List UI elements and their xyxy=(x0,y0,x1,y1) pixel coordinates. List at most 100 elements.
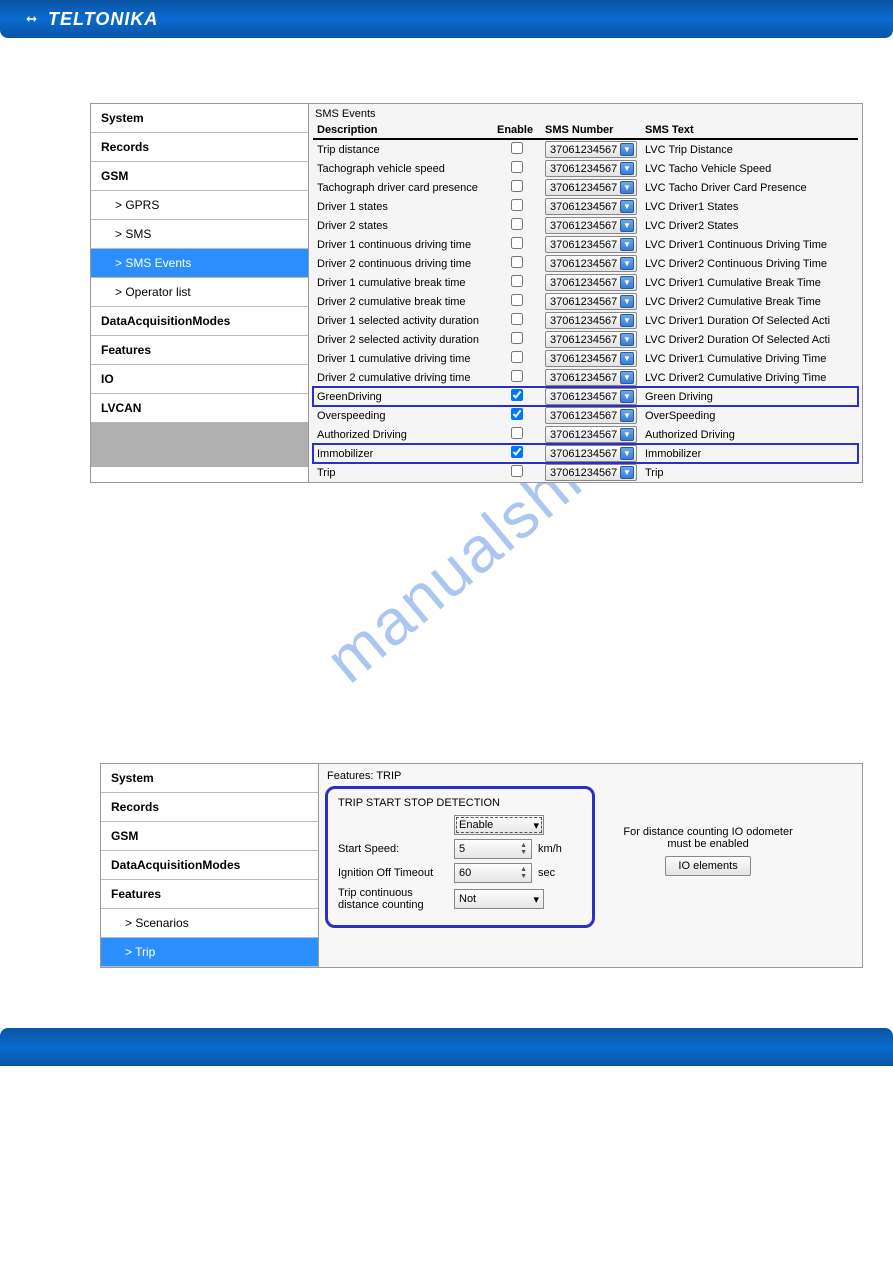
chevron-down-icon: ▼ xyxy=(620,447,634,460)
enable-checkbox[interactable] xyxy=(511,218,523,230)
trip-mode-select[interactable]: Enable ▾ xyxy=(454,815,544,835)
enable-checkbox[interactable] xyxy=(511,332,523,344)
trip-mode-value: Enable xyxy=(459,819,493,831)
row-description: Driver 1 selected activity duration xyxy=(313,311,493,330)
sms-text-input[interactable]: Authorized Driving xyxy=(641,425,858,444)
enable-checkbox[interactable] xyxy=(511,313,523,325)
enable-checkbox[interactable] xyxy=(511,427,523,439)
row-description: Overspeeding xyxy=(313,406,493,425)
sms-text-input[interactable]: LVC Driver2 Duration Of Selected Acti xyxy=(641,330,858,349)
sms-number-select[interactable]: 37061234567▼ xyxy=(545,274,637,291)
section-title-trip: Features: TRIP xyxy=(325,768,856,786)
sms-text-input[interactable]: LVC Tacho Driver Card Presence xyxy=(641,178,858,197)
trip-continuous-select[interactable]: Not ▾ xyxy=(454,889,544,909)
sidebar-item-dataacquisitionmodes[interactable]: DataAcquisitionModes xyxy=(101,851,318,880)
chevron-down-icon: ▼ xyxy=(620,200,634,213)
enable-checkbox[interactable] xyxy=(511,294,523,306)
sms-number-value: 37061234567 xyxy=(550,201,617,213)
sms-number-select[interactable]: 37061234567▼ xyxy=(545,445,637,462)
sidebar-2: SystemRecordsGSMDataAcquisitionModesFeat… xyxy=(101,764,319,967)
enable-checkbox[interactable] xyxy=(511,389,523,401)
enable-checkbox[interactable] xyxy=(511,275,523,287)
sms-text-input[interactable]: LVC Driver2 Cumulative Break Time xyxy=(641,292,858,311)
sidebar-item--scenarios[interactable]: > Scenarios xyxy=(101,909,318,938)
io-elements-button[interactable]: IO elements xyxy=(665,856,750,876)
enable-checkbox[interactable] xyxy=(511,465,523,477)
sidebar-item-system[interactable]: System xyxy=(91,104,308,133)
sidebar-item-features[interactable]: Features xyxy=(91,336,308,365)
sms-number-select[interactable]: 37061234567▼ xyxy=(545,217,637,234)
sidebar-item-records[interactable]: Records xyxy=(101,793,318,822)
enable-checkbox[interactable] xyxy=(511,237,523,249)
sms-text-input[interactable]: Immobilizer xyxy=(641,444,858,463)
sms-text-input[interactable]: LVC Driver1 Cumulative Driving Time xyxy=(641,349,858,368)
sms-text-input[interactable]: Trip xyxy=(641,463,858,482)
sms-text-input[interactable]: LVC Driver1 Continuous Driving Time xyxy=(641,235,858,254)
sms-number-value: 37061234567 xyxy=(550,182,617,194)
sms-number-select[interactable]: 37061234567▼ xyxy=(545,464,637,481)
chevron-down-icon: ▼ xyxy=(620,428,634,441)
sms-number-select[interactable]: 37061234567▼ xyxy=(545,160,637,177)
spinner-icon[interactable]: ▲▼ xyxy=(520,866,527,880)
sms-text-input[interactable]: Green Driving xyxy=(641,387,858,406)
trip-content: Features: TRIP TRIP START STOP DETECTION… xyxy=(319,764,862,967)
sidebar-item--sms[interactable]: > SMS xyxy=(91,220,308,249)
enable-checkbox[interactable] xyxy=(511,370,523,382)
sidebar-item--operator-list[interactable]: > Operator list xyxy=(91,278,308,307)
ignition-off-value: 60 xyxy=(459,867,471,879)
sms-number-select[interactable]: 37061234567▼ xyxy=(545,198,637,215)
enable-checkbox[interactable] xyxy=(511,408,523,420)
enable-checkbox[interactable] xyxy=(511,180,523,192)
sms-text-input[interactable]: LVC Driver2 Cumulative Driving Time xyxy=(641,368,858,387)
enable-checkbox[interactable] xyxy=(511,446,523,458)
sidebar-item-gsm[interactable]: GSM xyxy=(101,822,318,851)
sms-number-select[interactable]: 37061234567▼ xyxy=(545,331,637,348)
sms-number-select[interactable]: 37061234567▼ xyxy=(545,255,637,272)
table-row: Driver 2 states37061234567▼LVC Driver2 S… xyxy=(313,216,858,235)
sms-text-input[interactable]: LVC Driver2 Continuous Driving Time xyxy=(641,254,858,273)
sms-text-input[interactable]: OverSpeeding xyxy=(641,406,858,425)
enable-checkbox[interactable] xyxy=(511,142,523,154)
sms-number-select[interactable]: 37061234567▼ xyxy=(545,369,637,386)
row-description: Tachograph driver card presence xyxy=(313,178,493,197)
sidebar-item-system[interactable]: System xyxy=(101,764,318,793)
sms-number-select[interactable]: 37061234567▼ xyxy=(545,179,637,196)
sidebar-item-lvcan[interactable]: LVCAN xyxy=(91,394,308,423)
sms-number-select[interactable]: 37061234567▼ xyxy=(545,141,637,158)
spinner-icon[interactable]: ▲▼ xyxy=(520,842,527,856)
sms-number-select[interactable]: 37061234567▼ xyxy=(545,236,637,253)
sidebar-item-features[interactable]: Features xyxy=(101,880,318,909)
sidebar-item-gsm[interactable]: GSM xyxy=(91,162,308,191)
sms-number-select[interactable]: 37061234567▼ xyxy=(545,312,637,329)
enable-checkbox[interactable] xyxy=(511,199,523,211)
sms-number-select[interactable]: 37061234567▼ xyxy=(545,407,637,424)
enable-checkbox[interactable] xyxy=(511,256,523,268)
table-row: Tachograph driver card presence 370612345… xyxy=(313,178,858,197)
table-row: Driver 1 selected activity duration 37061… xyxy=(313,311,858,330)
sidebar-item-dataacquisitionmodes[interactable]: DataAcquisitionModes xyxy=(91,307,308,336)
sms-text-input[interactable]: LVC Trip Distance xyxy=(641,139,858,159)
enable-checkbox[interactable] xyxy=(511,161,523,173)
sms-text-input[interactable]: LVC Driver2 States xyxy=(641,216,858,235)
sms-number-select[interactable]: 37061234567▼ xyxy=(545,350,637,367)
table-row: Overspeeding 37061234567▼OverSpeeding xyxy=(313,406,858,425)
sidebar-item--trip[interactable]: > Trip xyxy=(101,938,318,967)
sidebar-item--sms-events[interactable]: > SMS Events xyxy=(91,249,308,278)
sms-text-input[interactable]: LVC Driver1 Duration Of Selected Acti xyxy=(641,311,858,330)
col-enable: Enable xyxy=(493,121,541,139)
sms-text-input[interactable]: LVC Driver1 States xyxy=(641,197,858,216)
sms-text-input[interactable]: LVC Driver1 Cumulative Break Time xyxy=(641,273,858,292)
sms-number-value: 37061234567 xyxy=(550,429,617,441)
ignition-off-input[interactable]: 60 ▲▼ xyxy=(454,863,532,883)
sms-text-input[interactable]: LVC Tacho Vehicle Speed xyxy=(641,159,858,178)
start-speed-value: 5 xyxy=(459,843,465,855)
enable-checkbox[interactable] xyxy=(511,351,523,363)
sms-number-select[interactable]: 37061234567▼ xyxy=(545,426,637,443)
sidebar-item-records[interactable]: Records xyxy=(91,133,308,162)
sms-number-select[interactable]: 37061234567▼ xyxy=(545,388,637,405)
start-speed-input[interactable]: 5 ▲▼ xyxy=(454,839,532,859)
sidebar-item--gprs[interactable]: > GPRS xyxy=(91,191,308,220)
sms-number-select[interactable]: 37061234567▼ xyxy=(545,293,637,310)
sms-number-value: 37061234567 xyxy=(550,144,617,156)
sidebar-item-io[interactable]: IO xyxy=(91,365,308,394)
